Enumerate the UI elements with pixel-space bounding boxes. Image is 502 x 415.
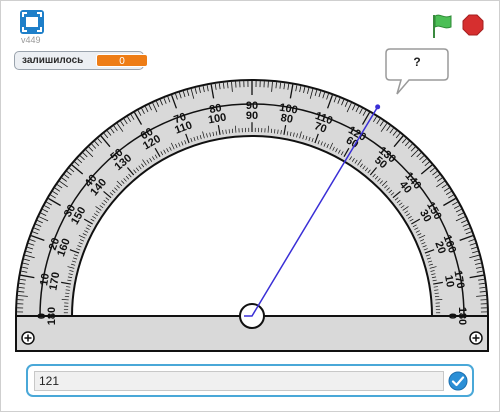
inner-scale-label: 80 [280,112,294,126]
inner-scale-label: 180 [46,307,58,325]
answer-input[interactable] [34,371,444,391]
inner-scale-label: 0 [446,313,458,319]
inner-scale-label: 10 [442,274,456,288]
speech-bubble-text: ? [413,55,421,69]
pointer-handle[interactable] [375,104,381,110]
check-icon[interactable] [448,371,468,391]
inner-scale-label: 90 [246,110,258,122]
answer-box [26,364,474,397]
